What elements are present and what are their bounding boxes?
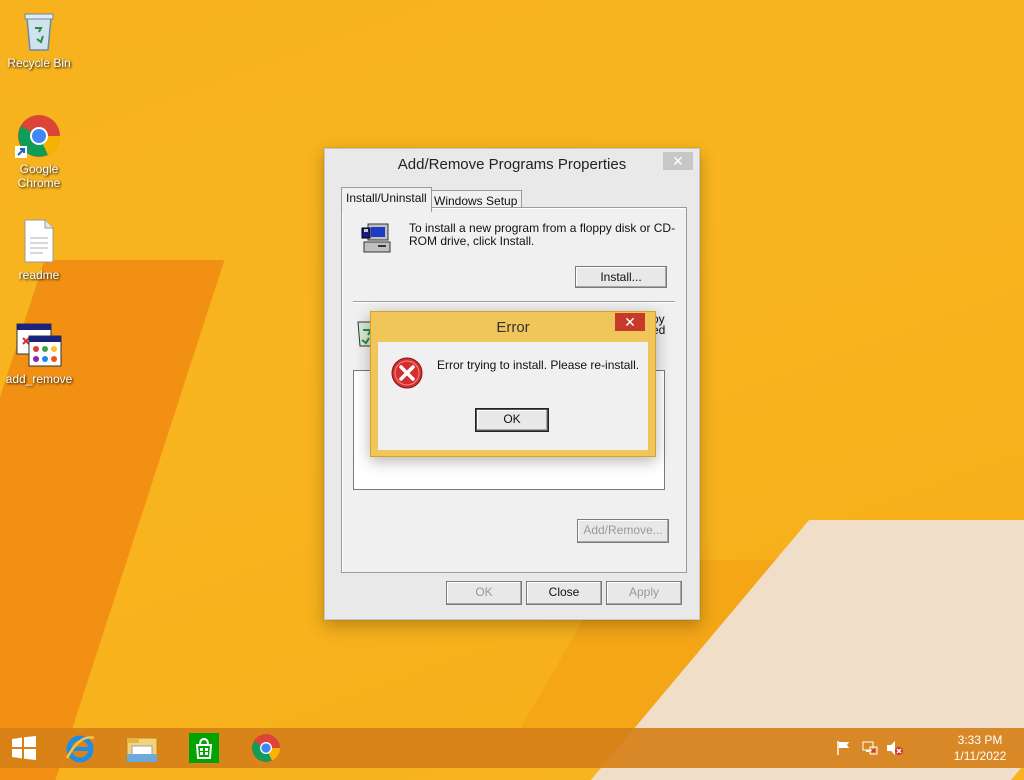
tab-install-uninstall[interactable]: Install/Uninstall (341, 187, 432, 212)
error-ok-button[interactable]: OK (475, 408, 549, 432)
apply-button[interactable]: Apply (606, 581, 682, 605)
taskbar-store[interactable] (184, 732, 224, 764)
volume-muted-icon (886, 740, 904, 759)
clock[interactable]: 3:33 PM 1/11/2022 (944, 732, 1016, 772)
desktop-icon-recycle-bin[interactable]: Recycle Bin (1, 6, 77, 70)
install-computer-icon (360, 222, 394, 256)
desktop-icon-label: Recycle Bin (7, 56, 71, 70)
error-dialog: Error ✕ Error trying to install. Please … (370, 311, 656, 457)
start-icon (11, 736, 37, 760)
close-dialog-button[interactable]: Close (526, 581, 602, 605)
chrome-icon (250, 732, 282, 764)
desktop-icon-readme[interactable]: readme (1, 218, 77, 282)
clock-time: 3:33 PM (957, 733, 1003, 747)
action-center-flag[interactable] (836, 740, 854, 758)
error-dialog-title: Error (496, 319, 530, 336)
text-file-icon (15, 218, 63, 266)
taskbar-file-explorer[interactable] (122, 732, 162, 764)
ok-button[interactable]: OK (446, 581, 522, 605)
close-icon: ✕ (624, 314, 636, 330)
close-button[interactable]: ✕ (663, 152, 693, 170)
install-instructions: To install a new program from a floppy d… (409, 221, 676, 248)
start-button[interactable] (4, 732, 44, 764)
network-icon (862, 740, 880, 759)
internet-explorer-icon (64, 732, 96, 764)
file-explorer-icon (126, 734, 158, 764)
taskbar-internet-explorer[interactable] (60, 732, 100, 764)
store-icon (189, 733, 219, 763)
volume-button[interactable] (886, 740, 904, 758)
desktop-icon-label: readme (18, 268, 60, 282)
add-remove-button[interactable]: Add/Remove... (577, 519, 669, 543)
clock-date: 1/11/2022 (953, 749, 1007, 763)
network-button[interactable] (862, 740, 880, 758)
close-icon: ✕ (672, 153, 684, 169)
taskbar: 3:33 PM 1/11/2022 (0, 728, 1024, 768)
chrome-icon (15, 112, 63, 160)
flag-icon (836, 740, 854, 759)
taskbar-chrome[interactable] (246, 732, 286, 764)
error-dialog-body: Error trying to install. Please re-insta… (378, 342, 648, 450)
window-title: Add/Remove Programs Properties (397, 156, 627, 173)
error-icon (390, 356, 424, 390)
error-message: Error trying to install. Please re-insta… (437, 358, 640, 372)
recycle-bin-icon (15, 6, 63, 54)
add-remove-programs-icon (15, 322, 63, 370)
desktop-icon-label: Google Chrome (17, 162, 61, 190)
error-close-button[interactable]: ✕ (615, 313, 645, 331)
window-titlebar[interactable]: Add/Remove Programs Properties ✕ (325, 149, 699, 179)
desktop-icon-label: add_remove (5, 372, 73, 386)
separator (353, 301, 675, 303)
desktop-icon-google-chrome[interactable]: Google Chrome (1, 112, 77, 190)
desktop-icon-add-remove[interactable]: add_remove (1, 322, 77, 386)
install-button[interactable]: Install... (575, 266, 667, 288)
